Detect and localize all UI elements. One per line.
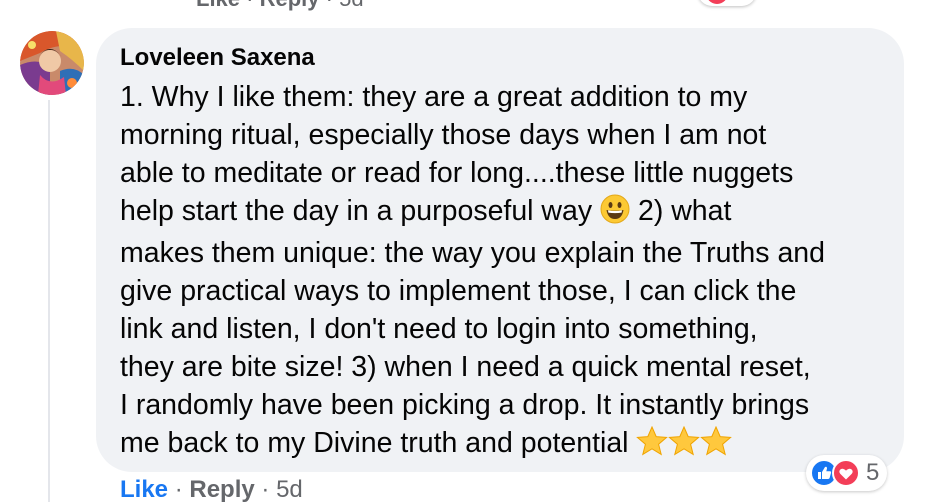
reply-link[interactable]: Reply <box>189 476 254 503</box>
reactions-summary[interactable]: 5 <box>806 455 888 491</box>
comment-line: I randomly have been picking a drop. It … <box>120 389 810 421</box>
comment-line: able to meditate or read for long....the… <box>120 157 794 189</box>
previous-reactions-summary[interactable] <box>698 0 756 6</box>
comment-bubble: Loveleen Saxena 1. Why I like them: they… <box>96 28 904 472</box>
comment-time[interactable]: 5d <box>276 476 303 503</box>
star-emoji-icon <box>700 425 733 466</box>
love-reaction-icon <box>832 459 860 487</box>
previous-comment-time[interactable]: 5d <box>339 0 363 11</box>
star-emoji-icon <box>668 425 701 466</box>
previous-comment-actions: Like · Reply · 5d <box>196 0 364 12</box>
separator: · <box>174 476 183 503</box>
comment-line-segment: 2) what <box>637 195 732 227</box>
comment-line-segment: help start the day in a purposeful way <box>120 195 593 227</box>
reaction-count: 5 <box>866 459 880 486</box>
thread-line <box>48 100 50 502</box>
comment-line: give practical ways to implement those, … <box>120 275 797 307</box>
comment-line: morning ritual, especially those days wh… <box>120 119 767 151</box>
comment-line-with-emoji: help start the day in a purposeful way 2… <box>120 192 900 234</box>
love-reaction-icon <box>706 0 728 4</box>
separator: · <box>246 0 253 11</box>
comment-line: 1. Why I like them: they are a great add… <box>120 81 748 113</box>
star-emoji-icon <box>636 425 669 466</box>
comment-line: they are bite size! 3) when I need a qui… <box>120 351 811 383</box>
comment-line: makes them unique: the way you explain t… <box>120 237 825 269</box>
separator: · <box>261 476 270 503</box>
comment-line-segment: me back to my Divine truth and potential <box>120 427 629 459</box>
previous-reply-link[interactable]: Reply <box>260 0 320 11</box>
profile-photo-icon <box>20 31 84 95</box>
comment-actions: Like · Reply · 5d <box>120 476 303 504</box>
previous-like-link[interactable]: Like <box>196 0 240 11</box>
like-link[interactable]: Like <box>120 476 168 503</box>
avatar[interactable] <box>20 31 84 95</box>
grinning-face-emoji-icon <box>600 194 630 234</box>
comment-line-with-emoji: me back to my Divine truth and potential <box>120 424 900 466</box>
comment-author-name[interactable]: Loveleen Saxena <box>120 44 315 72</box>
comment-text: 1. Why I like them: they are a great add… <box>120 78 900 466</box>
separator: · <box>326 0 333 11</box>
comment-line: link and listen, I don't need to login i… <box>120 313 758 345</box>
